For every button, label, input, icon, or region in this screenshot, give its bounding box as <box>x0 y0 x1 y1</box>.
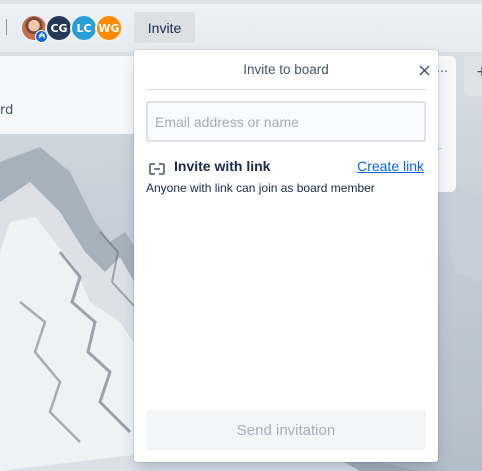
popover-header: Invite to board <box>146 50 430 90</box>
list-card-text: rd <box>0 103 14 118</box>
avatar[interactable]: CG <box>45 14 73 42</box>
header-divider <box>6 19 7 35</box>
create-link-button[interactable]: Create link <box>357 158 424 174</box>
invite-link-row: Invite with link Create link <box>146 157 426 177</box>
avatar[interactable]: WG <box>95 14 123 42</box>
email-field[interactable] <box>146 101 426 142</box>
link-description: Anyone with link can join as board membe… <box>146 181 375 195</box>
send-invitation-button[interactable]: Send invitation <box>146 410 426 450</box>
popover-title: Invite to board <box>243 62 329 77</box>
member-avatars: CG LC WG <box>20 14 123 43</box>
plus-icon: + <box>476 64 482 80</box>
list-card-fragment <box>0 56 140 134</box>
invite-with-link-label: Invite with link <box>174 158 271 174</box>
avatar[interactable] <box>20 14 48 43</box>
link-icon <box>149 160 165 179</box>
invite-popover: Invite to board Invite with link Create … <box>134 50 438 462</box>
avatar[interactable]: LC <box>70 14 98 42</box>
close-icon[interactable] <box>416 62 432 78</box>
invite-button[interactable]: Invite <box>134 12 195 43</box>
